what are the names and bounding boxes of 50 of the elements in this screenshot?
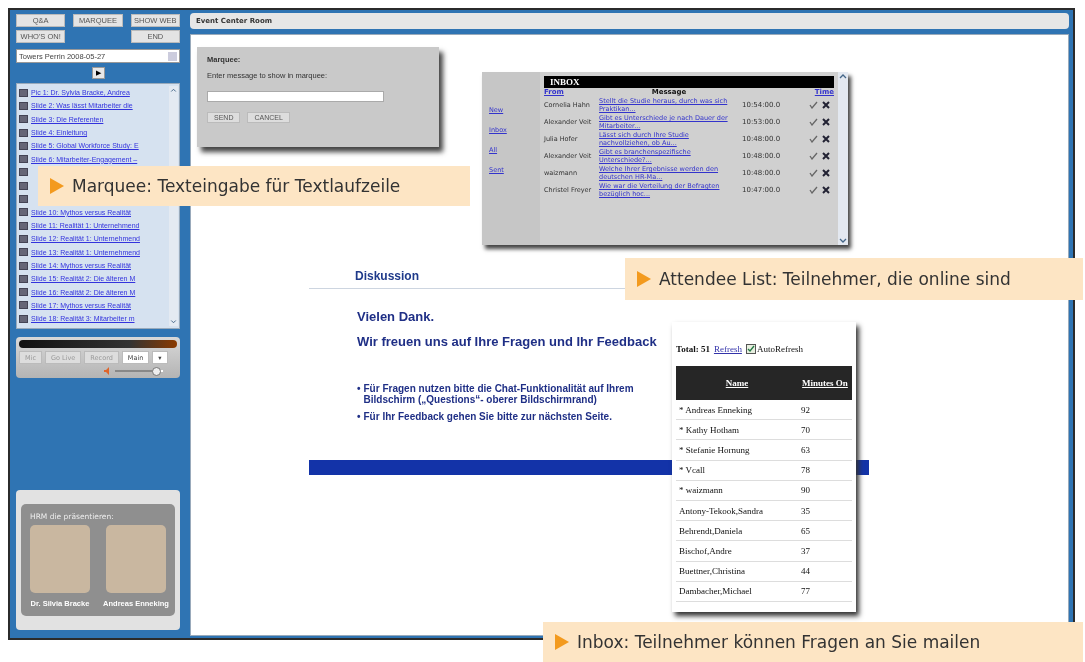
- close-icon[interactable]: [822, 101, 830, 109]
- slide-text: Vielen Dank.: [357, 309, 436, 324]
- attendee-name: * Andreas Enneking: [676, 400, 798, 420]
- bullet-text: Für Fragen nutzen bitte die Chat-Funktionalität auf Ihrem Bildschirm („Questions“- oberer Bildschirmrand): [363, 383, 635, 405]
- bullet-text: Für Ihr Feedback gehen Sie bitte zur nächsten Seite.: [363, 411, 612, 422]
- attendee-minutes: 92: [798, 400, 852, 420]
- close-icon[interactable]: [822, 169, 830, 177]
- close-icon[interactable]: [822, 152, 830, 160]
- attendee-minutes: 44: [798, 561, 852, 582]
- attendee-name: * waizmann: [676, 480, 798, 501]
- photo-placeholder: [30, 525, 90, 593]
- refresh-link[interactable]: Refresh: [713, 344, 742, 354]
- attendee-name: * Kathy Hotham: [676, 419, 798, 440]
- bullet-mark: •: [357, 383, 361, 396]
- annotation-text: Marquee: Texteingabe für Textlaufzeile: [72, 176, 401, 196]
- attendee-minutes: 70: [798, 419, 852, 440]
- column-header[interactable]: Minutes On: [798, 366, 852, 400]
- triangle-icon: [555, 634, 569, 650]
- triangle-icon: [50, 178, 64, 194]
- attendee-name: * Vcall: [676, 460, 798, 481]
- bullet-mark: •: [357, 411, 361, 422]
- attendee-minutes: 35: [798, 500, 852, 521]
- triangle-icon: [637, 271, 651, 287]
- attendee-name: Buettner,Christina: [676, 561, 798, 582]
- attendee-minutes: 78: [798, 460, 852, 481]
- attendee-name: Behrendt,Daniela: [676, 520, 798, 541]
- annotation-text: Inbox: Teilnehmer können Fragen an Sie mailen: [577, 632, 981, 652]
- annotation-text: Attendee List: Teilnehmer, die online sind: [659, 269, 1011, 289]
- attendee-minutes: 65: [798, 520, 852, 541]
- close-icon[interactable]: [822, 118, 830, 126]
- attendee-total: Total: 51: [676, 344, 710, 354]
- close-icon[interactable]: [822, 135, 830, 143]
- attendee-minutes: 63: [798, 439, 852, 461]
- attendee-name: Dambacher,Michael: [676, 581, 798, 602]
- attendee-name: Bischof,Andre: [676, 540, 798, 561]
- speaker-icon: [104, 367, 112, 375]
- inbox-title: INBOX: [544, 76, 834, 88]
- close-icon[interactable]: [822, 186, 830, 194]
- auto-refresh-checkbox[interactable]: [745, 344, 756, 354]
- photo-placeholder: [106, 525, 166, 593]
- column-header[interactable]: Name: [676, 366, 798, 400]
- marquee-input-field[interactable]: [207, 91, 384, 102]
- attendee-minutes: 90: [798, 480, 852, 501]
- attendee-minutes: 77: [798, 581, 852, 602]
- checkbox-label: AutoRefresh: [756, 344, 803, 354]
- attendee-name: Antony-Tekook,Sandra: [676, 500, 798, 521]
- attendee-name: * Stefanie Hornung: [676, 439, 798, 461]
- scrollbar[interactable]: [838, 72, 848, 245]
- slide-heading: Diskussion: [355, 269, 420, 283]
- attendee-minutes: 37: [798, 540, 852, 561]
